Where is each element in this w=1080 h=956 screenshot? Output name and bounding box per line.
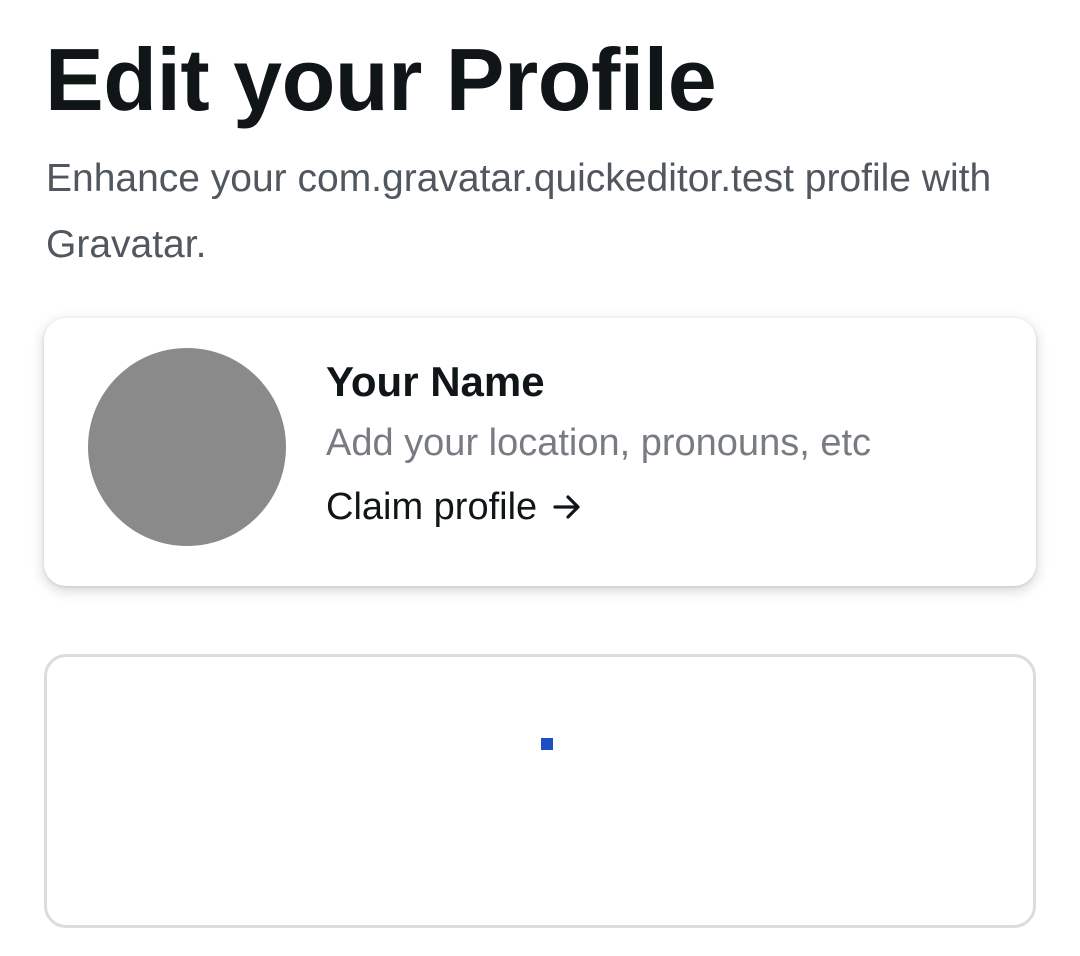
claim-profile-link[interactable]: Claim profile [326,482,583,532]
page-title: Edit your Profile [45,30,717,129]
loading-spinner-icon [541,738,553,750]
profile-info: Your Name Add your location, pronouns, e… [326,356,871,532]
profile-card: Your Name Add your location, pronouns, e… [44,318,1036,586]
avatar[interactable] [88,348,286,546]
claim-profile-label: Claim profile [326,486,538,528]
arrow-right-icon [551,491,583,523]
profile-name: Your Name [326,358,545,405]
loading-card [44,654,1036,928]
profile-hint: Add your location, pronouns, etc [326,422,872,464]
page-subtitle: Enhance your com.gravatar.quickeditor.te… [46,157,992,266]
